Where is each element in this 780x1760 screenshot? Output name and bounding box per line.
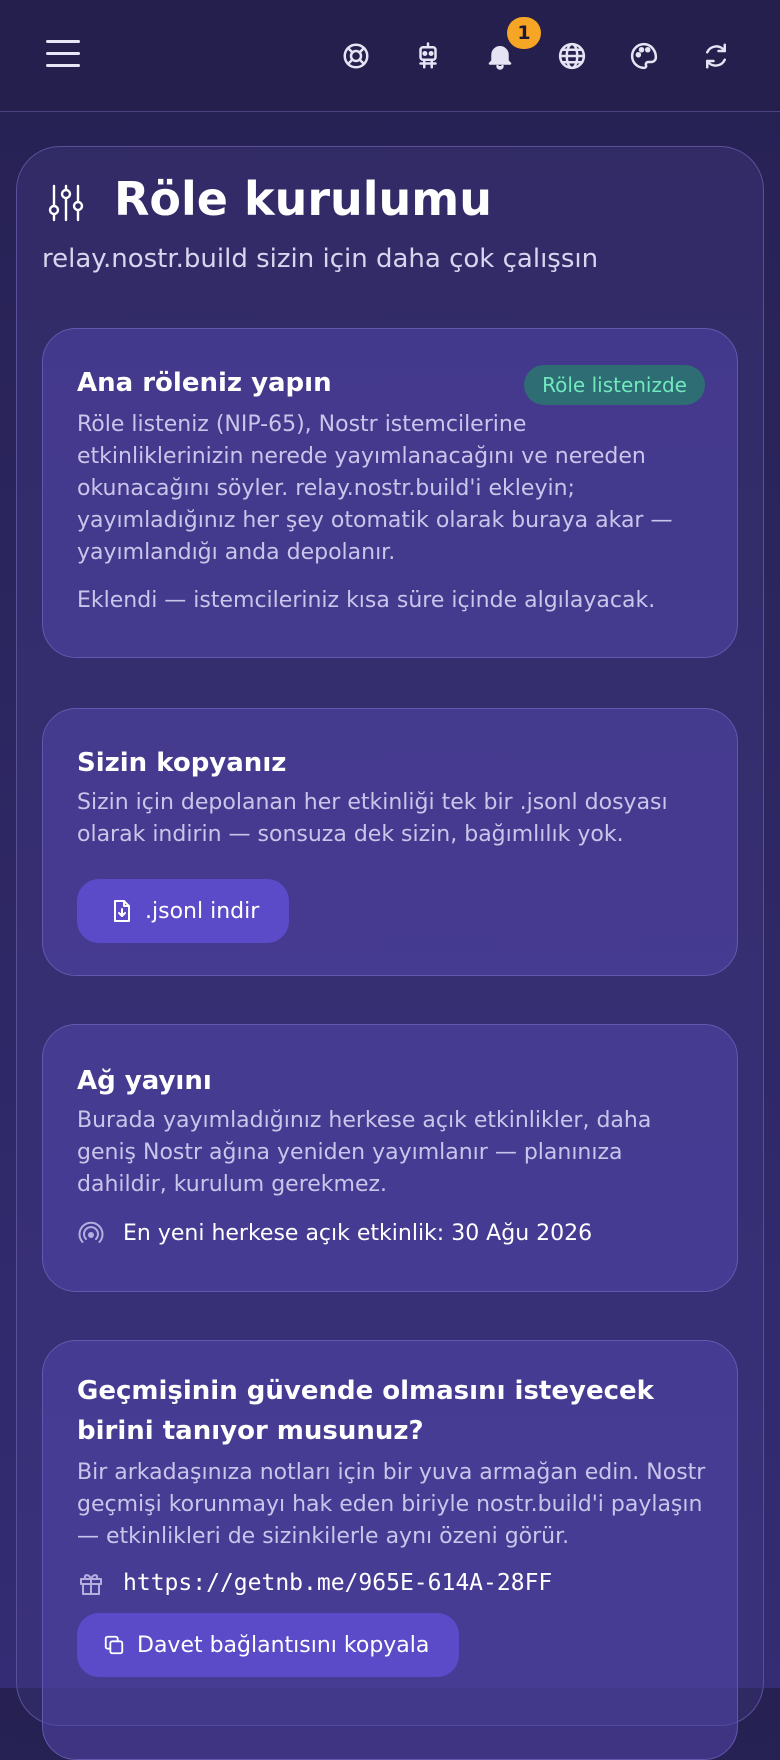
download-jsonl-button[interactable]: .jsonl indir [77, 879, 290, 943]
invite-card: Geçmişinin güvende olmasını isteyecek bi… [42, 1340, 738, 1760]
copy-invite-link-button[interactable]: Davet bağlantısını kopyala [77, 1613, 460, 1677]
home-relay-description: Röle listeniz (NIP-65), Nostr istemciler… [77, 412, 673, 565]
palette-icon[interactable] [626, 38, 662, 74]
robot-icon[interactable] [410, 38, 446, 74]
top-bar: 1 [0, 0, 780, 112]
broadcast-icon [77, 1219, 105, 1247]
page-title: Röle kurulumu [114, 172, 492, 226]
refresh-icon[interactable] [698, 38, 734, 74]
invite-description: Bir arkadaşınıza notları için bir yuva a… [77, 1460, 706, 1549]
latest-event-row: En yeni herkese açık etkinlik: 30 Ağu 20… [77, 1219, 703, 1247]
your-copy-title: Sizin kopyanız [77, 748, 287, 778]
latest-event-text: En yeni herkese açık etkinlik: 30 Ağu 20… [123, 1220, 593, 1246]
page-subtitle: relay.nostr.build sizin için daha çok ça… [42, 244, 599, 274]
copy-button-label: Davet bağlantısını kopyala [137, 1632, 430, 1658]
lifebuoy-icon[interactable] [338, 38, 374, 74]
your-copy-description: Sizin için depolanan her etkinliği tek b… [77, 790, 668, 847]
file-download-icon [114, 900, 130, 922]
invite-title: Geçmişinin güvende olmasını isteyecek bi… [77, 1376, 654, 1446]
broadcast-description: Burada yayımladığınız herkese açık etkin… [77, 1108, 652, 1197]
home-relay-note: Eklendi — istemcileriniz kısa süre içind… [77, 588, 656, 613]
globe-icon[interactable] [554, 38, 590, 74]
sliders-icon [46, 182, 86, 224]
broadcast-title: Ağ yayını [77, 1066, 212, 1096]
home-relay-card: Ana röleniz yapın Röle listenizde Röle l… [42, 328, 738, 658]
invite-link[interactable]: https://getnb.me/965E-614A-28FF [123, 1570, 552, 1596]
menu-icon[interactable] [46, 40, 80, 72]
your-copy-card: Sizin kopyanız Sizin için depolanan her … [42, 708, 738, 976]
gift-icon [77, 1569, 105, 1597]
notification-badge: 1 [507, 17, 541, 49]
broadcast-card: Ağ yayını Burada yayımladığınız herkese … [42, 1024, 738, 1292]
status-badge: Röle listenizde [524, 365, 705, 405]
download-button-label: .jsonl indir [145, 898, 260, 924]
invite-link-row: https://getnb.me/965E-614A-28FF [77, 1569, 703, 1597]
copy-icon [104, 1635, 124, 1655]
